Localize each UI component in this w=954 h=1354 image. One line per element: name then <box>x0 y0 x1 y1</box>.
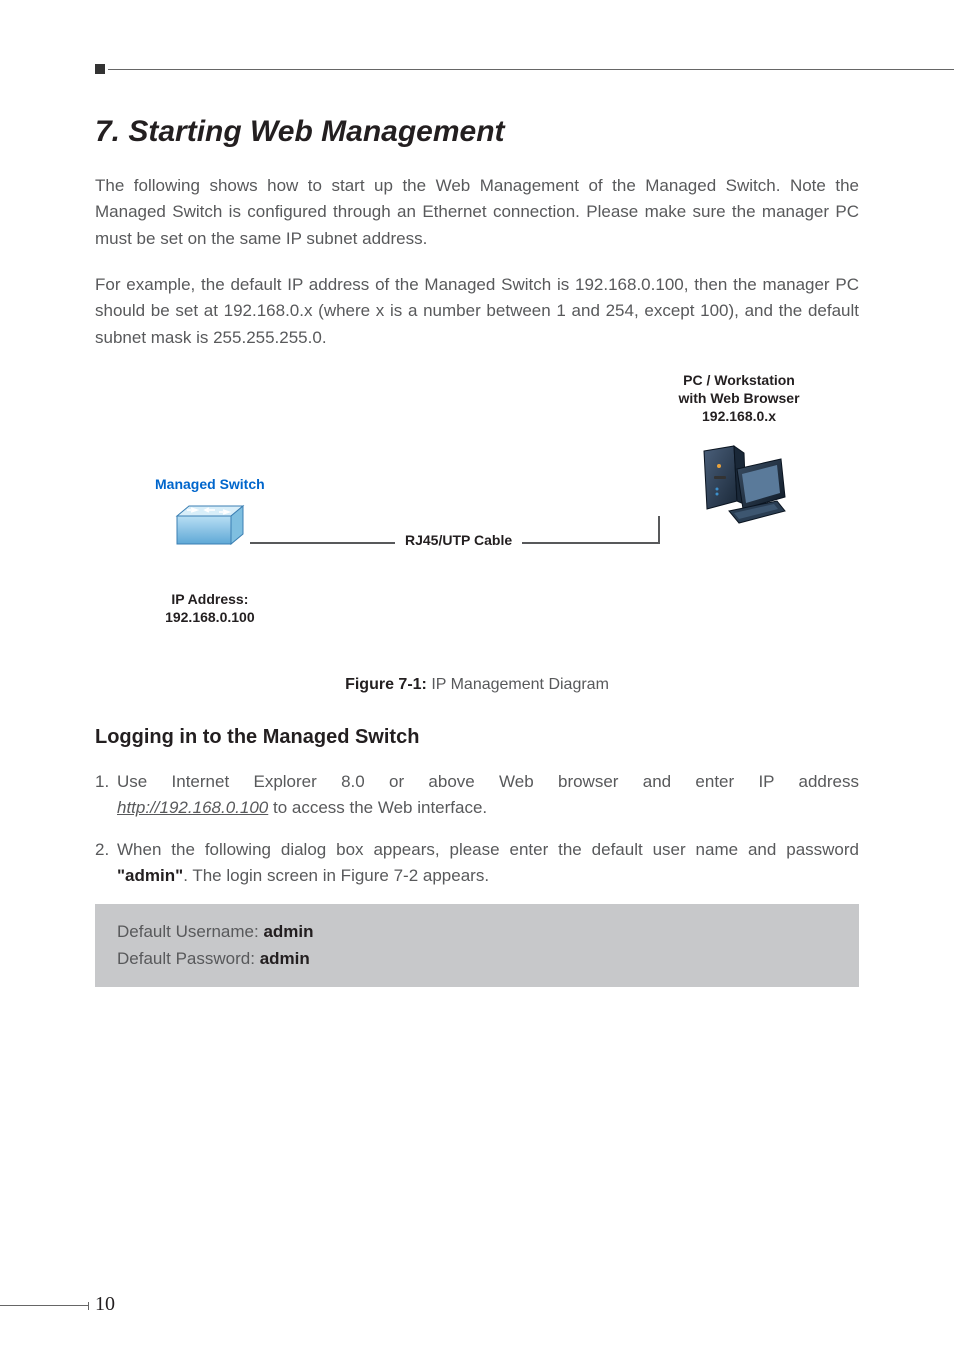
pc-label: PC / Workstation with Web Browser 192.16… <box>644 371 834 426</box>
username-value: admin <box>263 922 313 941</box>
step-2-bold: "admin" <box>117 866 183 885</box>
switch-icon <box>169 502 251 550</box>
web-interface-url: http://192.168.0.100 <box>117 798 268 817</box>
figure-label: Figure 7-1: <box>345 676 427 693</box>
footer-tick <box>88 1302 89 1310</box>
subsection-title: Logging in to the Managed Switch <box>95 726 859 749</box>
password-label: Default Password: <box>117 949 260 968</box>
figure-text: IP Management Diagram <box>431 676 609 693</box>
default-password-row: Default Password: admin <box>117 946 837 972</box>
pc-group: PC / Workstation with Web Browser 192.16… <box>644 371 834 534</box>
page-number: 10 <box>95 1293 115 1316</box>
switch-label: Managed Switch <box>155 476 265 492</box>
header-rule <box>108 69 954 70</box>
section-title: 7. Starting Web Management <box>95 115 859 149</box>
ip-management-diagram: Managed Switch IP Address: 192.168.0.100 <box>95 371 859 661</box>
pc-line3: 192.168.0.x <box>702 408 776 424</box>
ip-address-label: IP Address: <box>171 591 248 607</box>
password-value: admin <box>260 949 310 968</box>
cable-label: RJ45/UTP Cable <box>395 532 522 548</box>
switch-group: Managed Switch IP Address: 192.168.0.100 <box>155 476 265 626</box>
step-2-post: . The login screen in Figure 7-2 appears… <box>183 866 489 885</box>
pc-line1: PC / Workstation <box>683 372 795 388</box>
ip-address-value: 192.168.0.100 <box>165 609 255 625</box>
pc-line2: with Web Browser <box>678 390 799 406</box>
pc-icon <box>689 441 789 529</box>
step-2-pre: When the following dialog box appears, p… <box>117 840 859 859</box>
footer-rule <box>0 1305 88 1306</box>
step-1-post: to access the Web interface. <box>268 798 487 817</box>
username-label: Default Username: <box>117 922 263 941</box>
page-content: 7. Starting Web Management The following… <box>95 115 859 987</box>
default-username-row: Default Username: admin <box>117 919 837 945</box>
step-1-pre: Use Internet Explorer 8.0 or above Web b… <box>117 772 859 791</box>
intro-paragraph-1: The following shows how to start up the … <box>95 173 859 252</box>
step-2: When the following dialog box appears, p… <box>95 837 859 890</box>
step-1: Use Internet Explorer 8.0 or above Web b… <box>95 769 859 822</box>
intro-paragraph-2: For example, the default IP address of t… <box>95 272 859 351</box>
steps-list: Use Internet Explorer 8.0 or above Web b… <box>95 769 859 889</box>
credentials-box: Default Username: admin Default Password… <box>95 904 859 987</box>
figure-caption: Figure 7-1: IP Management Diagram <box>95 676 859 694</box>
switch-ip-label: IP Address: 192.168.0.100 <box>155 590 265 626</box>
crop-mark <box>95 64 105 74</box>
